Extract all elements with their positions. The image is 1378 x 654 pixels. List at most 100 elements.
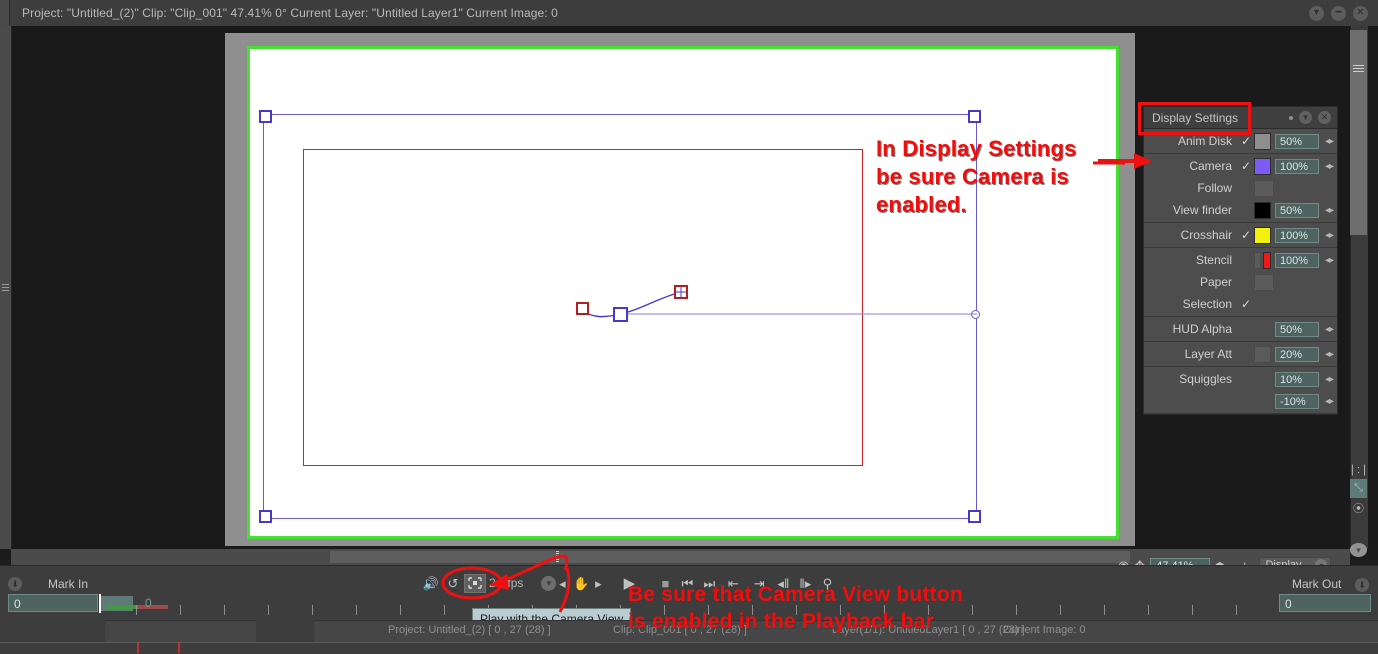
display-settings-stepper-arrows-icon[interactable]: ◂▸ <box>1325 161 1334 172</box>
fps-value[interactable]: 24 <box>489 576 502 590</box>
window-minimize-icon[interactable]: ━ <box>1331 5 1346 21</box>
display-settings-rows: Anim Disk ✓ 50% ◂▸ Camera ✓ 100% ◂▸ Follow View f… <box>1144 129 1337 414</box>
display-settings-checkbox[interactable]: ✓ <box>1238 298 1254 310</box>
display-settings-color-swatch[interactable] <box>1254 157 1271 175</box>
panel-collapse-icon[interactable]: ▾ <box>1299 111 1312 124</box>
display-settings-row[interactable]: -10% ◂▸ <box>1144 390 1337 412</box>
display-settings-stepper-arrows-icon[interactable]: ◂▸ <box>1325 349 1334 360</box>
display-settings-value-wrap: 50% <box>1274 133 1319 149</box>
mark-in-input[interactable]: 0 <box>8 594 98 612</box>
mark-in-set-icon[interactable]: ⬇ <box>8 577 22 591</box>
playhead[interactable] <box>99 594 101 613</box>
window-controls: ▾ ━ ✕ <box>1309 5 1378 21</box>
mark-out-set-icon[interactable]: ⬇ <box>1355 578 1369 592</box>
left-rail[interactable] <box>0 26 12 549</box>
display-settings-color-swatch[interactable] <box>1254 132 1271 150</box>
display-settings-stepper-arrows-icon[interactable]: ◂▸ <box>1325 255 1334 266</box>
display-settings-value-wrap: 50% <box>1274 202 1319 218</box>
display-settings-row[interactable]: Follow <box>1144 177 1337 199</box>
display-settings-row-label: HUD Alpha <box>1172 322 1232 336</box>
display-settings-value-input[interactable]: 50% <box>1274 321 1319 337</box>
annotation-text-playback: Be sure that Camera View button is enabl… <box>628 583 963 633</box>
camera-handle-tl[interactable] <box>259 110 272 123</box>
titlebar-grip[interactable] <box>0 0 10 26</box>
display-settings-row[interactable]: Camera ✓ 100% ◂▸ <box>1144 155 1337 177</box>
display-settings-row[interactable]: Crosshair ✓ 100% ◂▸ <box>1144 224 1337 246</box>
display-settings-row[interactable]: Stencil 100% ◂▸ <box>1144 249 1337 271</box>
display-settings-checkbox[interactable]: ✓ <box>1238 135 1254 147</box>
hand-tool-button[interactable]: ✋ <box>570 573 592 593</box>
display-settings-color-swatch[interactable] <box>1254 226 1271 244</box>
display-settings-row[interactable]: Paper <box>1144 271 1337 293</box>
display-settings-color-swatch[interactable] <box>1254 201 1271 219</box>
window-close-icon[interactable]: ✕ <box>1353 5 1368 21</box>
display-settings-row-label: Squiggles <box>1179 372 1232 386</box>
timeline-tick <box>268 605 269 615</box>
fps-label: fps <box>507 576 524 590</box>
resize-diagonal-icon[interactable]: ⤡ <box>1350 479 1367 498</box>
display-settings-row-label: View finder <box>1172 203 1232 217</box>
right-rail-scroll-thumb[interactable] <box>1350 30 1367 235</box>
display-settings-value-input[interactable]: -10% <box>1274 393 1319 409</box>
hand-right-button[interactable]: ▸ <box>592 573 604 593</box>
mark-in-label: Mark In <box>48 577 89 591</box>
fit-to-window-icon[interactable]: ❘:❘ <box>1348 460 1370 479</box>
display-settings-row[interactable]: Layer Att 20% ◂▸ <box>1144 343 1337 365</box>
frame-zero-label: 0 <box>145 596 152 610</box>
timeline-tick <box>180 605 181 615</box>
display-settings-row[interactable]: View finder 50% ◂▸ <box>1144 199 1337 221</box>
hand-left-button[interactable]: ◂ <box>556 573 568 593</box>
display-settings-group: Squiggles 10% ◂▸ -10% ◂▸ <box>1144 367 1337 414</box>
panel-close-icon[interactable]: ✕ <box>1318 111 1331 124</box>
camera-handle-br[interactable] <box>968 510 981 523</box>
timeline-tick <box>1192 605 1193 615</box>
viewer-horizontal-scrollbar[interactable] <box>330 551 1130 563</box>
display-settings-color-swatch[interactable] <box>1263 251 1271 269</box>
display-settings-panel[interactable]: Display Settings ▾ ✕ Anim Disk ✓ 50% ◂▸ Came… <box>1143 106 1338 415</box>
display-settings-value-input[interactable]: 100% <box>1274 252 1319 268</box>
display-settings-row[interactable]: Selection ✓ <box>1144 293 1337 315</box>
display-settings-value-input[interactable]: 50% <box>1274 133 1319 149</box>
display-settings-ghost-swatch[interactable] <box>1254 179 1274 197</box>
display-settings-stepper-arrows-icon[interactable]: ◂▸ <box>1325 205 1334 216</box>
timeline-tick <box>1236 605 1237 615</box>
mark-out-marker <box>138 605 168 609</box>
display-settings-ghost-swatch[interactable] <box>1254 251 1262 269</box>
display-settings-value-input[interactable]: 20% <box>1274 346 1319 362</box>
sound-toggle-button[interactable]: 🔊 <box>420 573 442 593</box>
camera-icon[interactable]: ⦿ <box>1350 498 1367 517</box>
display-settings-value-input[interactable]: 100% <box>1274 158 1319 174</box>
right-rail-icons: ❘:❘ ⤡ ⦿ <box>1348 460 1370 517</box>
timeline-tick <box>356 605 357 615</box>
display-settings-ghost-swatch[interactable] <box>1254 345 1271 363</box>
camera-view-button[interactable] <box>464 573 486 593</box>
display-settings-stepper-arrows-icon[interactable]: ◂▸ <box>1325 374 1334 385</box>
display-settings-stepper-arrows-icon[interactable]: ◂▸ <box>1325 230 1334 241</box>
camera-handle-bl[interactable] <box>259 510 272 523</box>
display-settings-checkbox[interactable]: ✓ <box>1238 229 1254 241</box>
display-settings-stepper-arrows-icon[interactable]: ◂▸ <box>1325 136 1334 147</box>
loop-toggle-button[interactable]: ↺ <box>442 573 464 593</box>
left-rail-grip-icon[interactable] <box>2 284 9 293</box>
display-settings-swatch-spacer <box>1254 322 1271 337</box>
display-settings-value-input[interactable]: 100% <box>1274 227 1319 243</box>
mark-out-input[interactable]: 0 <box>1279 594 1371 612</box>
mark-in-row: ⬇ Mark In <box>8 574 298 594</box>
camera-path[interactable] <box>540 270 1000 340</box>
display-settings-row[interactable]: HUD Alpha 50% ◂▸ <box>1144 318 1337 340</box>
right-rail-chevron-down-icon[interactable]: ▾ <box>1350 543 1367 557</box>
camera-handle-tr[interactable] <box>968 110 981 123</box>
display-settings-stepper-arrows-icon[interactable]: ◂▸ <box>1325 324 1334 335</box>
display-settings-row[interactable]: Squiggles 10% ◂▸ <box>1144 368 1337 390</box>
display-settings-ghost-swatch[interactable] <box>1254 273 1274 291</box>
timeline-tick <box>400 605 401 615</box>
window-collapse-icon[interactable]: ▾ <box>1309 5 1324 21</box>
display-settings-value-input[interactable]: 50% <box>1274 202 1319 218</box>
fps-dropdown-chevron-icon[interactable]: ▾ <box>541 575 557 591</box>
display-settings-value-input[interactable]: 10% <box>1274 371 1319 387</box>
annotation-text-display-settings: In Display Settings be sure Camera is en… <box>876 136 1077 217</box>
timeline-tick <box>312 605 313 615</box>
display-settings-stepper-arrows-icon[interactable]: ◂▸ <box>1325 396 1334 407</box>
viewer-scroll-grip-icon[interactable] <box>556 551 559 563</box>
display-settings-checkbox[interactable]: ✓ <box>1238 160 1254 172</box>
